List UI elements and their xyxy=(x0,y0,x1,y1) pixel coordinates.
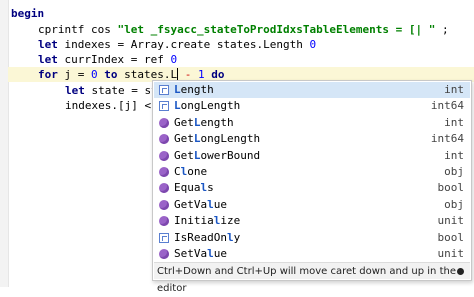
name-rest: y xyxy=(233,230,241,244)
completion-item-name: SetValue xyxy=(174,246,227,262)
name-match: l xyxy=(207,197,214,211)
code-line-4: let currIndex = ref 0 xyxy=(38,53,178,66)
name-prefix: Get xyxy=(174,115,194,129)
property-icon xyxy=(159,101,169,112)
completion-item-name: Length xyxy=(174,82,214,98)
completion-item[interactable]: IsReadOnly bool xyxy=(154,230,470,246)
completion-item-type: int xyxy=(444,148,464,162)
method-icon xyxy=(159,216,169,227)
method-icon xyxy=(159,199,169,210)
completion-item[interactable]: GetLongLength int64 xyxy=(154,131,470,147)
completion-item-name: GetValue xyxy=(174,197,227,213)
hint-indicator-icon[interactable] xyxy=(457,268,464,275)
completion-item[interactable]: SetValue unit xyxy=(154,246,470,262)
name-match: L xyxy=(193,132,201,146)
method-icon xyxy=(159,117,169,128)
name-rest: ength xyxy=(180,83,214,96)
completion-item[interactable]: Equals bool xyxy=(154,180,470,196)
completion-item[interactable]: Length int xyxy=(154,82,470,98)
completion-item-type: bool xyxy=(437,181,465,195)
completion-item-type: unit xyxy=(437,214,465,228)
code-line-3: let indexes = Array.create states.Length… xyxy=(38,38,317,51)
code-line-7: indexes.[j] < xyxy=(65,99,152,112)
name-prefix: GetVa xyxy=(174,197,208,211)
completion-item-name: GetLongLength xyxy=(174,131,260,147)
completion-item[interactable]: LongLength int64 xyxy=(154,98,470,114)
method-icon xyxy=(159,134,169,145)
name-prefix: Equa xyxy=(174,181,201,195)
name-match: L xyxy=(193,148,201,162)
completion-hint: Ctrl+Down and Ctrl+Up will move caret do… xyxy=(154,262,470,294)
completion-item-type: int xyxy=(444,115,464,129)
name-rest: ongLength xyxy=(180,99,241,113)
name-prefix: SetVa xyxy=(174,247,208,260)
completion-item-type: unit xyxy=(437,247,465,260)
completion-item[interactable]: Initialize unit xyxy=(154,213,470,229)
completion-item[interactable]: GetLowerBound int xyxy=(154,148,470,164)
completion-item-name: GetLength xyxy=(174,115,234,131)
completion-item-type: int xyxy=(444,83,464,96)
code-line-6: let state = st xyxy=(65,84,158,97)
completion-item-name: GetLowerBound xyxy=(174,148,260,164)
name-match: L xyxy=(174,99,181,113)
completion-item[interactable]: GetLength int xyxy=(154,115,470,131)
name-match: L xyxy=(174,83,181,96)
name-prefix: C xyxy=(174,165,181,178)
completion-item-name: Initialize xyxy=(174,213,240,229)
code-line-1: begin xyxy=(11,7,45,20)
completion-item[interactable]: Clone obj xyxy=(154,164,470,180)
completion-item-name: IsReadOnly xyxy=(174,230,240,246)
name-rest: ue xyxy=(213,247,227,260)
completion-item-type: bool xyxy=(437,230,465,244)
completion-item-name: Equals xyxy=(174,180,214,196)
name-rest: ength xyxy=(200,115,234,129)
name-rest: ize xyxy=(220,214,241,228)
name-prefix: IsReadOn xyxy=(174,230,227,244)
name-match: l xyxy=(207,247,214,260)
completion-item-type: int64 xyxy=(430,132,464,146)
name-rest: ongLength xyxy=(200,132,261,146)
completion-item-type: obj xyxy=(444,197,464,211)
property-icon xyxy=(159,232,169,243)
name-prefix: Get xyxy=(174,132,194,146)
name-rest: s xyxy=(207,181,214,195)
completion-item[interactable]: GetValue obj xyxy=(154,197,470,213)
method-icon xyxy=(159,167,169,177)
name-match: l xyxy=(226,230,234,244)
name-rest: one xyxy=(187,165,208,178)
code-line-2: cprintf cos "let _fsyacc_stateToProdIdxs… xyxy=(38,23,449,36)
method-icon xyxy=(159,183,169,194)
completion-item-name: LongLength xyxy=(174,98,240,114)
method-icon xyxy=(159,150,169,161)
completion-popup: Length int LongLength int64 GetLength int GetL… xyxy=(152,80,472,294)
method-icon xyxy=(159,249,169,259)
name-rest: owerBound xyxy=(200,148,261,162)
name-rest: ue xyxy=(213,197,227,211)
name-match: L xyxy=(193,115,201,129)
name-prefix: Get xyxy=(174,148,194,162)
completion-item-type: obj xyxy=(444,165,464,178)
name-prefix: Initia xyxy=(174,214,214,228)
completion-item-type: int64 xyxy=(430,99,464,113)
completion-item-name: Clone xyxy=(174,164,207,180)
property-icon xyxy=(159,85,169,95)
